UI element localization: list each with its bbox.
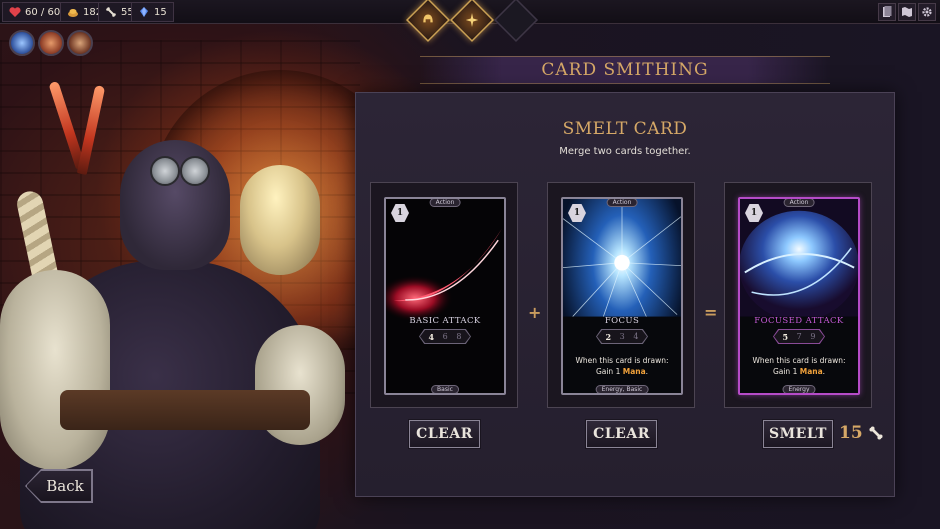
map-progress-nodes — [405, 0, 539, 43]
gear-icon — [922, 7, 932, 17]
panel-title: SMELT CARD — [562, 119, 688, 139]
bomb-relic-icon[interactable] — [67, 30, 93, 56]
card-type-tag: Action — [429, 199, 461, 207]
card-bottom-tag: Energy, Basic — [595, 385, 649, 393]
card-level: 6 — [442, 332, 448, 341]
gold-pile-icon — [68, 9, 78, 17]
card-name: FOCUSED ATTACK — [754, 316, 844, 326]
card-focus[interactable]: 1 Action FOCUS 2 3 4 When this card is d… — [561, 197, 683, 395]
slash-art — [386, 199, 504, 393]
heart-icon — [9, 7, 21, 17]
card-level-track: 2 3 4 — [596, 329, 648, 344]
card-slot-left[interactable]: 1 Action BASIC ATTACK 4 6 8 Basic — [370, 182, 518, 408]
mana-keyword: Mana — [799, 367, 823, 376]
map-node-locked — [493, 0, 539, 43]
plus-operator: + — [528, 303, 542, 322]
health-stat: 60 / 60 — [2, 2, 68, 22]
gems-value: 15 — [154, 6, 167, 18]
smelt-cost: 15 — [839, 423, 884, 443]
card-cost: 1 — [750, 208, 758, 218]
card-cost: 1 — [573, 208, 581, 218]
smelt-panel: SMELT CARD Merge two cards together. 1 A… — [355, 92, 895, 497]
map-icon — [902, 7, 912, 17]
card-description: When this card is drawn: Gain 1 Mana. — [575, 356, 669, 376]
bone-icon — [106, 7, 116, 17]
card-focused-attack[interactable]: 1 Action FOCUSED ATTACK 5 7 9 When this … — [738, 197, 860, 395]
clear-right-button[interactable]: CLEAR — [585, 419, 658, 449]
smelt-cost-value: 15 — [839, 423, 863, 443]
relic-bar — [9, 30, 93, 56]
map-button[interactable] — [898, 3, 916, 21]
card-level: 8 — [456, 332, 462, 341]
card-level-track: 4 6 8 — [419, 329, 471, 344]
card-name: BASIC ATTACK — [409, 316, 481, 326]
card-bottom-tag: Energy — [782, 385, 816, 393]
health-value: 60 / 60 — [25, 6, 61, 18]
map-node-current[interactable] — [449, 0, 495, 43]
card-bottom-tag: Basic — [431, 385, 459, 393]
card-slot-right[interactable]: 1 Action FOCUS 2 3 4 When this card is d… — [547, 182, 695, 408]
anvil-spark-icon — [465, 12, 479, 28]
card-level: 9 — [810, 332, 816, 341]
card-level: 4 — [428, 331, 435, 342]
card-type-tag: Action — [606, 199, 638, 207]
card-description: When this card is drawn: Gain 1 Mana. — [752, 356, 846, 376]
blacksmith-character — [0, 80, 350, 529]
page-title-band: CARD SMITHING — [420, 56, 830, 84]
card-cost: 1 — [396, 208, 404, 218]
card-level: 7 — [796, 332, 802, 341]
helmet-icon — [423, 14, 433, 23]
smelt-button[interactable]: SMELT — [762, 419, 834, 449]
map-node-visited[interactable] — [405, 0, 451, 43]
back-label: Back — [46, 477, 84, 495]
card-level-track: 5 7 9 — [773, 329, 825, 344]
gem-icon — [140, 7, 148, 17]
equals-operator: = — [704, 303, 718, 322]
card-name: FOCUS — [604, 316, 640, 326]
card-level: 3 — [619, 332, 625, 341]
settings-button[interactable] — [918, 3, 936, 21]
clear-left-button[interactable]: CLEAR — [408, 419, 481, 449]
card-type-tag: Action — [783, 199, 815, 207]
panel-subtitle: Merge two cards together. — [559, 146, 691, 157]
deck-icon — [883, 6, 892, 17]
bone-icon — [869, 426, 883, 440]
meat-relic-icon[interactable] — [38, 30, 64, 56]
gems-stat: 15 — [131, 2, 174, 22]
card-level: 2 — [605, 331, 612, 342]
card-level: 4 — [633, 332, 639, 341]
deck-button[interactable] — [878, 3, 896, 21]
card-basic-attack[interactable]: 1 Action BASIC ATTACK 4 6 8 Basic — [384, 197, 506, 395]
card-level: 5 — [782, 331, 789, 342]
page-title: CARD SMITHING — [541, 60, 709, 80]
card-slot-result[interactable]: 1 Action FOCUSED ATTACK 5 7 9 When this … — [724, 182, 872, 408]
mana-keyword: Mana — [622, 367, 646, 376]
crystal-relic-icon[interactable] — [9, 30, 35, 56]
